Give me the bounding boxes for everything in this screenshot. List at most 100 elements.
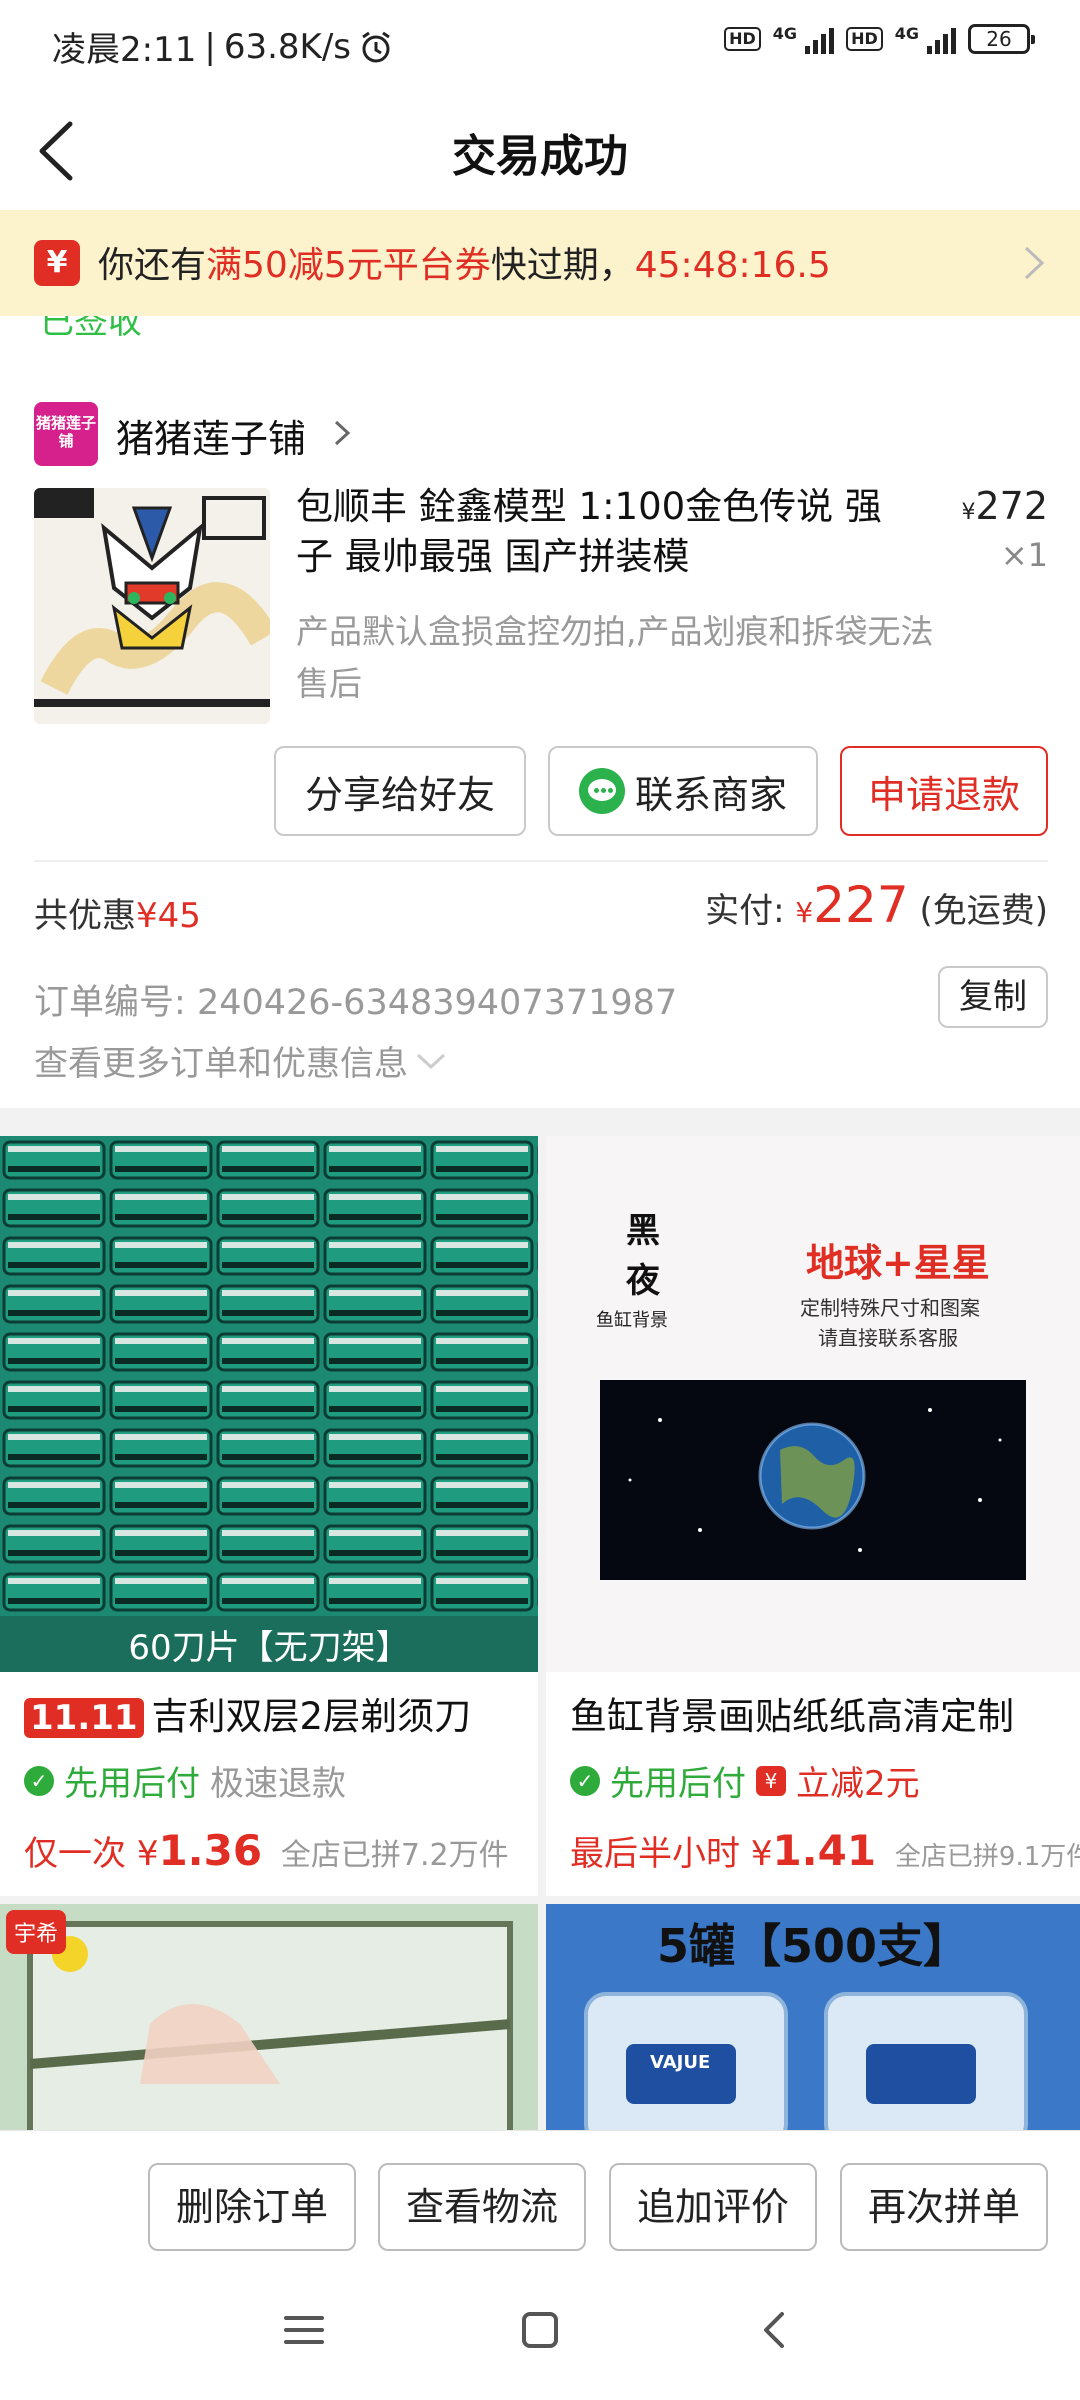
battery-icon: 26 (968, 24, 1035, 54)
price-value: 1.36 (158, 1826, 263, 1875)
view-logistics-button[interactable]: 查看物流 (378, 2163, 586, 2251)
hd-icon: HD (724, 27, 761, 51)
price-yen: ¥ (750, 1834, 773, 1874)
nav-bar: 交易成功 (0, 92, 1080, 210)
add-review-button[interactable]: 追加评价 (609, 2163, 817, 2251)
banner-text: 你还有满50减5元平台券快过期，45:48:16.5 (98, 236, 831, 288)
order-number-value: 240426-634839407371987 (196, 983, 678, 1023)
recommendation-card[interactable]: 黑夜 鱼缸背景 地球+星星 定制特殊尺寸和图案 请直接联系客服 鱼缸背景画贴纸纸… (546, 1136, 1080, 1896)
delivery-status-strip: 已签收 (0, 316, 1080, 376)
system-navigation-bar (0, 2260, 1080, 2400)
gundam-artwork (34, 488, 270, 724)
razor-image: 60刀片【无刀架】 (0, 1136, 538, 1672)
order-number: 订单编号: 240426-634839407371987 (34, 974, 677, 1025)
sold-count: 全店已拼9.1万件 (894, 1842, 1080, 1872)
earth-space-artwork (600, 1380, 1026, 1580)
chevron-right-icon (334, 420, 351, 446)
paid-yen: ¥ (795, 896, 814, 929)
pay-later-icon: ✓ (24, 1765, 54, 1796)
more-info-label: 查看更多订单和优惠信息 (34, 1044, 408, 1084)
recommendation-price: 最后半小时 ¥1.41 全店已拼9.1万件 (570, 1826, 1080, 1875)
razor-blades-pattern (0, 1136, 538, 1672)
product-note: 产品默认盒损盒控勿拍,产品划痕和拆袋无法售后 (296, 612, 934, 703)
sold-count: 全店已拼7.2万件 (280, 1838, 509, 1873)
aquarium-background-image: 黑夜 鱼缸背景 地球+星星 定制特殊尺寸和图案 请直接联系客服 (546, 1136, 1080, 1672)
signal-icon-1 (805, 24, 835, 54)
shop-name[interactable]: 猪猪莲子铺 (116, 408, 306, 463)
alarm-icon (362, 31, 390, 62)
recommendation-title: 鱼缸背景画贴纸纸高清定制 (570, 1695, 1014, 1738)
discount-label: 立减2元 (796, 1764, 920, 1804)
image-text-subtitle: 鱼缸背景 (596, 1310, 668, 1331)
order-card: 猪猪莲子铺 猪猪莲子铺 包顺丰 銓鑫模型 1:100金色传说 强子 最帅最强 国… (0, 376, 1080, 1108)
recommendation-price: 仅一次 ¥1.36 全店已拼7.2万件 (24, 1826, 509, 1875)
price-prefix: 最后半小时 (570, 1834, 740, 1874)
discount-icon: ¥ (756, 1765, 786, 1796)
coupon-expiry-banner[interactable]: ¥ 你还有满50减5元平台券快过期，45:48:16.5 (0, 210, 1080, 316)
delete-order-button[interactable]: 删除订单 (148, 2163, 356, 2251)
menu-icon[interactable] (274, 2300, 334, 2360)
divider (34, 860, 1048, 862)
status-bar: 凌晨2:11 | 63.8K/s HD 4G HD 4G 26 (0, 0, 1080, 92)
contact-merchant-button[interactable]: 联系商家 (548, 746, 818, 836)
image-heading: 地球+星星 (806, 1241, 990, 1285)
banner-coupon: 满50减5元平台券 (206, 245, 491, 286)
product-image[interactable] (34, 488, 270, 724)
discount-value: ¥45 (136, 896, 201, 936)
product-price-value: 272 (975, 484, 1048, 528)
product-quantity: ×1 (1000, 536, 1048, 574)
zipper-bag-image (0, 1904, 538, 2130)
product-title[interactable]: 包顺丰 銓鑫模型 1:100金色传说 强子 最帅最强 国产拼装模 (296, 482, 916, 582)
product-heading: 5罐【500支】 (656, 1919, 970, 1973)
status-time-group: 凌晨2:11 | 63.8K/s (52, 22, 393, 71)
recommendation-card[interactable]: 宇希 (0, 1904, 538, 2130)
recommendation-card[interactable]: 5罐【500支】 VAJUE (546, 1904, 1080, 2130)
recommendation-title-text: 吉利双层2层剃须刀 (151, 1695, 472, 1738)
network-type-2: 4G (894, 24, 919, 43)
paid-summary: 实付: ¥227 (免运费) (705, 876, 1048, 934)
fast-refund-label: 极速退款 (210, 1764, 346, 1804)
shop-logo[interactable]: 猪猪莲子铺 (34, 402, 98, 466)
home-icon[interactable] (510, 2300, 570, 2360)
reorder-button[interactable]: 再次拼单 (840, 2163, 1048, 2251)
discount-summary: 共优惠¥45 (34, 888, 201, 937)
bottom-action-bar: 删除订单 查看物流 追加评价 再次拼单 (0, 2130, 1080, 2260)
shipping-note: (免运费) (919, 891, 1048, 931)
banner-prefix: 你还有 (98, 245, 207, 286)
brand-tag: 宇希 (6, 1910, 67, 1954)
status-speed: 63.8K/s (223, 26, 351, 67)
chat-icon (578, 768, 625, 814)
copy-button[interactable]: 复制 (938, 966, 1048, 1028)
paid-amount: 227 (813, 876, 909, 934)
more-info-link[interactable]: 查看更多订单和优惠信息 (34, 1036, 448, 1085)
status-separator: | (204, 26, 216, 67)
discount-label: 共优惠 (34, 896, 136, 936)
image-sub-1: 定制特殊尺寸和图案 (800, 1296, 980, 1320)
price-yen: ¥ (136, 1834, 159, 1874)
razor-image-caption: 60刀片【无刀架】 (128, 1628, 410, 1668)
coupon-icon: ¥ (34, 240, 80, 286)
order-detail-page: 凌晨2:11 | 63.8K/s HD 4G HD 4G 26 交易成功 ¥ 你… (0, 0, 1080, 2400)
paid-label: 实付: (705, 891, 785, 931)
back-icon[interactable] (746, 2300, 806, 2360)
banner-countdown: 45:48:16.5 (634, 245, 831, 286)
product-price-yen: ¥ (961, 500, 976, 525)
banner-middle: 快过期， (490, 245, 635, 286)
brand-label: VAJUE (650, 2052, 711, 2073)
order-number-label: 订单编号: (34, 983, 186, 1023)
image-text-night: 黑夜 (626, 1211, 660, 1301)
refund-button[interactable]: 申请退款 (840, 746, 1048, 836)
hd-icon-2: HD (846, 27, 883, 51)
recommendation-badges: ✓ 先用后付 极速退款 (24, 1756, 346, 1805)
toothpick-jars-image (584, 1992, 1028, 2130)
price-value: 1.41 (772, 1826, 877, 1875)
recommendation-badges: ✓ 先用后付 ¥ 立减2元 (570, 1756, 920, 1805)
status-time: 凌晨2:11 (52, 30, 197, 70)
pay-later-label: 先用后付 (64, 1764, 200, 1804)
recommendation-title: 11.11 吉利双层2层剃须刀 (24, 1686, 471, 1740)
recommendation-card[interactable]: 60刀片【无刀架】 11.11 吉利双层2层剃须刀 ✓ 先用后付 极速退款 仅一次… (0, 1136, 538, 1896)
share-button[interactable]: 分享给好友 (274, 746, 526, 836)
chevron-right-icon (1024, 246, 1045, 280)
network-type-1: 4G (772, 24, 798, 43)
status-icons: HD 4G HD 4G 26 (724, 24, 1035, 54)
